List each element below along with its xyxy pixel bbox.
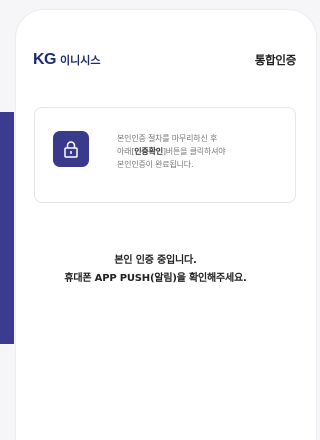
status-line-2: 휴대폰 APP PUSH(알림)을 확인해주세요. — [64, 273, 247, 284]
kg-inicis-logo: KG 이니시스 — [33, 51, 100, 69]
info-box: 본인인증 절차를 마무리하신 후 아래[인증확인]버튼을 클릭하셔야 본인인증이… — [34, 107, 296, 203]
info-line-3: 본인인증이 완료됩니다. — [117, 160, 194, 169]
header: KG 이니시스 통합인증 — [33, 50, 296, 70]
page-title: 통합인증 — [254, 53, 296, 67]
lock-icon — [53, 131, 89, 167]
info-text: 본인인증 절차를 마무리하신 후 아래[인증확인]버튼을 클릭하셔야 본인인증이… — [117, 132, 287, 171]
auth-card: KG 이니시스 통합인증 본인인증 절차를 마무리하신 후 아래[인증확인]버튼… — [16, 10, 316, 440]
info-line-1: 본인인증 절차를 마무리하신 후 — [117, 134, 218, 143]
confirm-keyword: 인증확인 — [134, 147, 163, 156]
logo-name: 이니시스 — [60, 54, 101, 67]
background-side-panel — [0, 112, 14, 344]
logo-mark: KG — [33, 51, 57, 68]
info-line-2: 아래[인증확인]버튼을 클릭하셔야 — [117, 147, 226, 156]
status-message: 본인 인증 중입니다. 휴대폰 APP PUSH(알림)을 확인해주세요. — [0, 252, 311, 288]
status-line-1: 본인 인증 중입니다. — [114, 255, 197, 266]
